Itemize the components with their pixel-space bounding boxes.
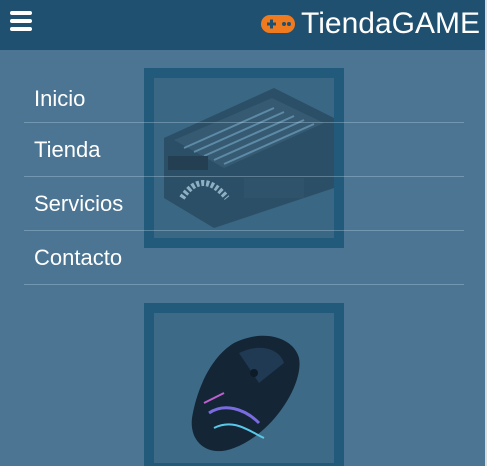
gaming-mouse-illustration — [154, 313, 334, 463]
menu-bar — [9, 10, 33, 16]
nav-item-servicios[interactable]: Servicios — [24, 177, 464, 231]
nav-item-tienda[interactable]: Tienda — [24, 123, 464, 177]
nav-menu: Inicio Tienda Servicios Contacto — [24, 50, 464, 285]
app-frame: TiendaGAME Inicio Tienda Servicios Conta… — [0, 0, 485, 466]
gaming-mouse-image — [154, 313, 334, 463]
hamburger-menu-icon[interactable] — [9, 10, 33, 34]
top-bar: TiendaGAME — [0, 0, 485, 50]
product-card[interactable] — [144, 303, 344, 466]
gamepad-icon — [261, 15, 296, 33]
nav-item-inicio[interactable]: Inicio — [24, 50, 464, 123]
menu-bar — [9, 26, 33, 32]
brand-logo[interactable]: TiendaGAME — [260, 4, 480, 44]
menu-bar — [9, 18, 33, 24]
nav-item-contacto[interactable]: Contacto — [24, 231, 464, 285]
brand-name: TiendaGAME — [301, 7, 480, 40]
